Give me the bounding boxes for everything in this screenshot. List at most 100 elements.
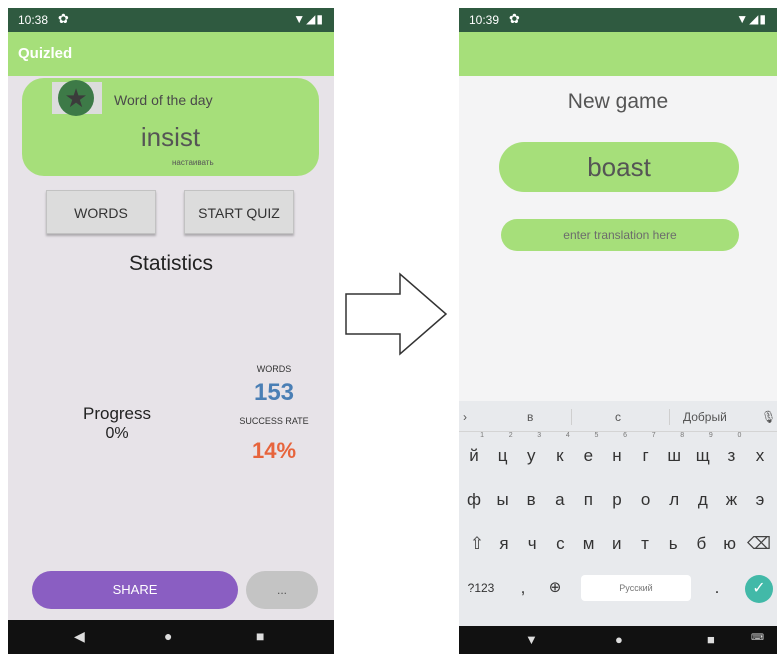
key-row2-0[interactable]: ф xyxy=(460,483,488,517)
period-key[interactable]: . xyxy=(703,571,731,605)
key-hint: 9 xyxy=(708,432,713,439)
key-row-4: ?123 , ⊕ Русский . ✓ xyxy=(459,565,777,609)
backspace-key-icon[interactable]: ⌫ xyxy=(745,527,773,561)
suggestion-2[interactable]: с xyxy=(615,410,621,424)
navigation-bar: ▼ ● ■ ⌨ xyxy=(459,626,777,654)
status-bar: 10:39 ✿ ▼◢▮ xyxy=(459,8,777,32)
key-row1-6[interactable]: г7 xyxy=(632,432,660,473)
key-row-3: ⇧ ⌫ ячсмитьбю xyxy=(459,521,777,565)
keyboard: › в с Добрый 🎙 й1ц2у3к4е5н6г7ш8щ9з0х фыв… xyxy=(459,401,777,626)
key-hint: 8 xyxy=(680,432,685,439)
star-icon[interactable]: ★ xyxy=(58,80,94,116)
recents-icon[interactable]: ■ xyxy=(256,628,264,644)
app-bar xyxy=(459,32,777,76)
app-bar: Quizled xyxy=(8,32,334,76)
key-row3-3[interactable]: м xyxy=(575,527,603,561)
key-row2-4[interactable]: п xyxy=(574,483,602,517)
success-rate-value: 14% xyxy=(251,438,297,463)
key-row2-6[interactable]: о xyxy=(632,483,660,517)
key-hint: 1 xyxy=(480,432,484,439)
suggestion-1[interactable]: в xyxy=(527,410,533,424)
statistics-title: Statistics xyxy=(128,252,214,275)
translation-input[interactable]: enter translation here xyxy=(501,219,739,251)
key-row2-10[interactable]: э xyxy=(746,483,774,517)
words-button[interactable]: WORDS xyxy=(46,190,156,234)
key-row2-1[interactable]: ы xyxy=(489,483,517,517)
key-row2-2[interactable]: в xyxy=(517,483,545,517)
key-row3-8[interactable]: ю xyxy=(716,527,744,561)
signal-battery-icon: ▼◢▮ xyxy=(736,12,767,26)
settings-gear-icon: ✿ xyxy=(509,11,520,26)
shift-key-icon[interactable]: ⇧ xyxy=(463,527,491,561)
key-row1-10[interactable]: х xyxy=(746,439,774,473)
key-row1-9[interactable]: з0 xyxy=(717,432,745,473)
key-row1-0[interactable]: й1 xyxy=(460,432,488,473)
back-icon[interactable]: ◀ xyxy=(74,628,85,645)
suggestion-3[interactable]: Добрый xyxy=(683,410,727,424)
key-row-1: й1ц2у3к4е5н6г7ш8щ9з0х xyxy=(459,432,777,477)
transition-arrow-icon xyxy=(345,272,448,356)
key-row2-7[interactable]: л xyxy=(660,483,688,517)
key-row3-4[interactable]: и xyxy=(603,527,631,561)
words-count-label: WORDS xyxy=(256,364,292,374)
home-icon[interactable]: ● xyxy=(615,632,623,647)
key-row3-1[interactable]: ч xyxy=(518,527,546,561)
start-quiz-button[interactable]: START QUIZ xyxy=(184,190,294,234)
key-row2-3[interactable]: а xyxy=(546,483,574,517)
key-hint: 4 xyxy=(565,432,570,439)
keyboard-switch-icon[interactable]: ⌨ xyxy=(751,632,764,643)
progress-label: Progress xyxy=(82,404,152,423)
key-row3-2[interactable]: с xyxy=(546,527,574,561)
progress-value: 0% xyxy=(105,425,129,442)
key-row1-8[interactable]: щ9 xyxy=(689,432,717,473)
app-title: Quizled xyxy=(18,45,73,62)
word-of-the-day-card[interactable]: ★ Word of the day insist настаивать xyxy=(22,78,319,176)
comma-key[interactable]: , xyxy=(509,571,537,605)
space-key[interactable]: Русский xyxy=(581,575,691,601)
key-row2-8[interactable]: д xyxy=(689,483,717,517)
key-row1-4[interactable]: е5 xyxy=(574,432,602,473)
key-row-2: фывапролджэ xyxy=(459,477,777,521)
suggestions-expand-icon[interactable]: › xyxy=(463,410,467,424)
key-row2-5[interactable]: р xyxy=(603,483,631,517)
status-time: 10:38 xyxy=(18,13,49,27)
key-row1-1[interactable]: ц2 xyxy=(489,432,517,473)
key-row1-7[interactable]: ш8 xyxy=(660,432,688,473)
quiz-screen: 10:39 ✿ ▼◢▮ New game boast enter transla… xyxy=(459,8,777,654)
key-row3-5[interactable]: т xyxy=(631,527,659,561)
key-hint: 6 xyxy=(623,432,627,439)
share-button[interactable]: SHARE xyxy=(32,571,238,609)
key-hint: 7 xyxy=(651,432,656,439)
microphone-icon[interactable]: 🎙 xyxy=(761,410,776,424)
word-of-the-day-word: insist xyxy=(140,122,201,152)
word-of-the-day-translation: настаивать xyxy=(172,158,214,167)
back-down-icon[interactable]: ▼ xyxy=(525,632,538,647)
key-row1-3[interactable]: к4 xyxy=(546,432,574,473)
more-button[interactable]: ... xyxy=(246,571,318,609)
status-bar: 10:38 ✿ ▼◢▮ xyxy=(8,8,334,32)
key-row3-7[interactable]: б xyxy=(687,527,715,561)
symbols-key[interactable]: ?123 xyxy=(463,571,499,605)
key-row1-2[interactable]: у3 xyxy=(517,432,545,473)
success-rate-label: SUCCESS RATE xyxy=(239,416,309,426)
status-time: 10:39 xyxy=(469,13,500,27)
words-count: 153 xyxy=(253,379,295,406)
key-row2-9[interactable]: ж xyxy=(717,483,745,517)
home-icon[interactable]: ● xyxy=(164,628,172,644)
navigation-bar: ◀ ● ■ xyxy=(8,620,334,654)
enter-check-icon[interactable]: ✓ xyxy=(745,575,773,603)
new-game-title: New game xyxy=(567,90,669,113)
key-hint: 3 xyxy=(537,432,542,439)
key-row3-6[interactable]: ь xyxy=(659,527,687,561)
language-globe-icon[interactable]: ⊕ xyxy=(541,571,569,605)
key-row1-5[interactable]: н6 xyxy=(603,432,631,473)
main-screen: 10:38 ✿ ▼◢▮ Quizled ★ Word of the day in… xyxy=(8,8,334,654)
key-hint: 2 xyxy=(508,432,513,439)
quiz-word: boast xyxy=(499,142,739,192)
suggestion-strip: › в с Добрый 🎙 xyxy=(459,401,777,432)
key-row3-0[interactable]: я xyxy=(490,527,518,561)
recents-icon[interactable]: ■ xyxy=(707,632,715,647)
settings-gear-icon: ✿ xyxy=(58,11,69,26)
signal-battery-icon: ▼◢▮ xyxy=(293,12,324,26)
word-of-the-day-label: Word of the day xyxy=(114,92,213,108)
